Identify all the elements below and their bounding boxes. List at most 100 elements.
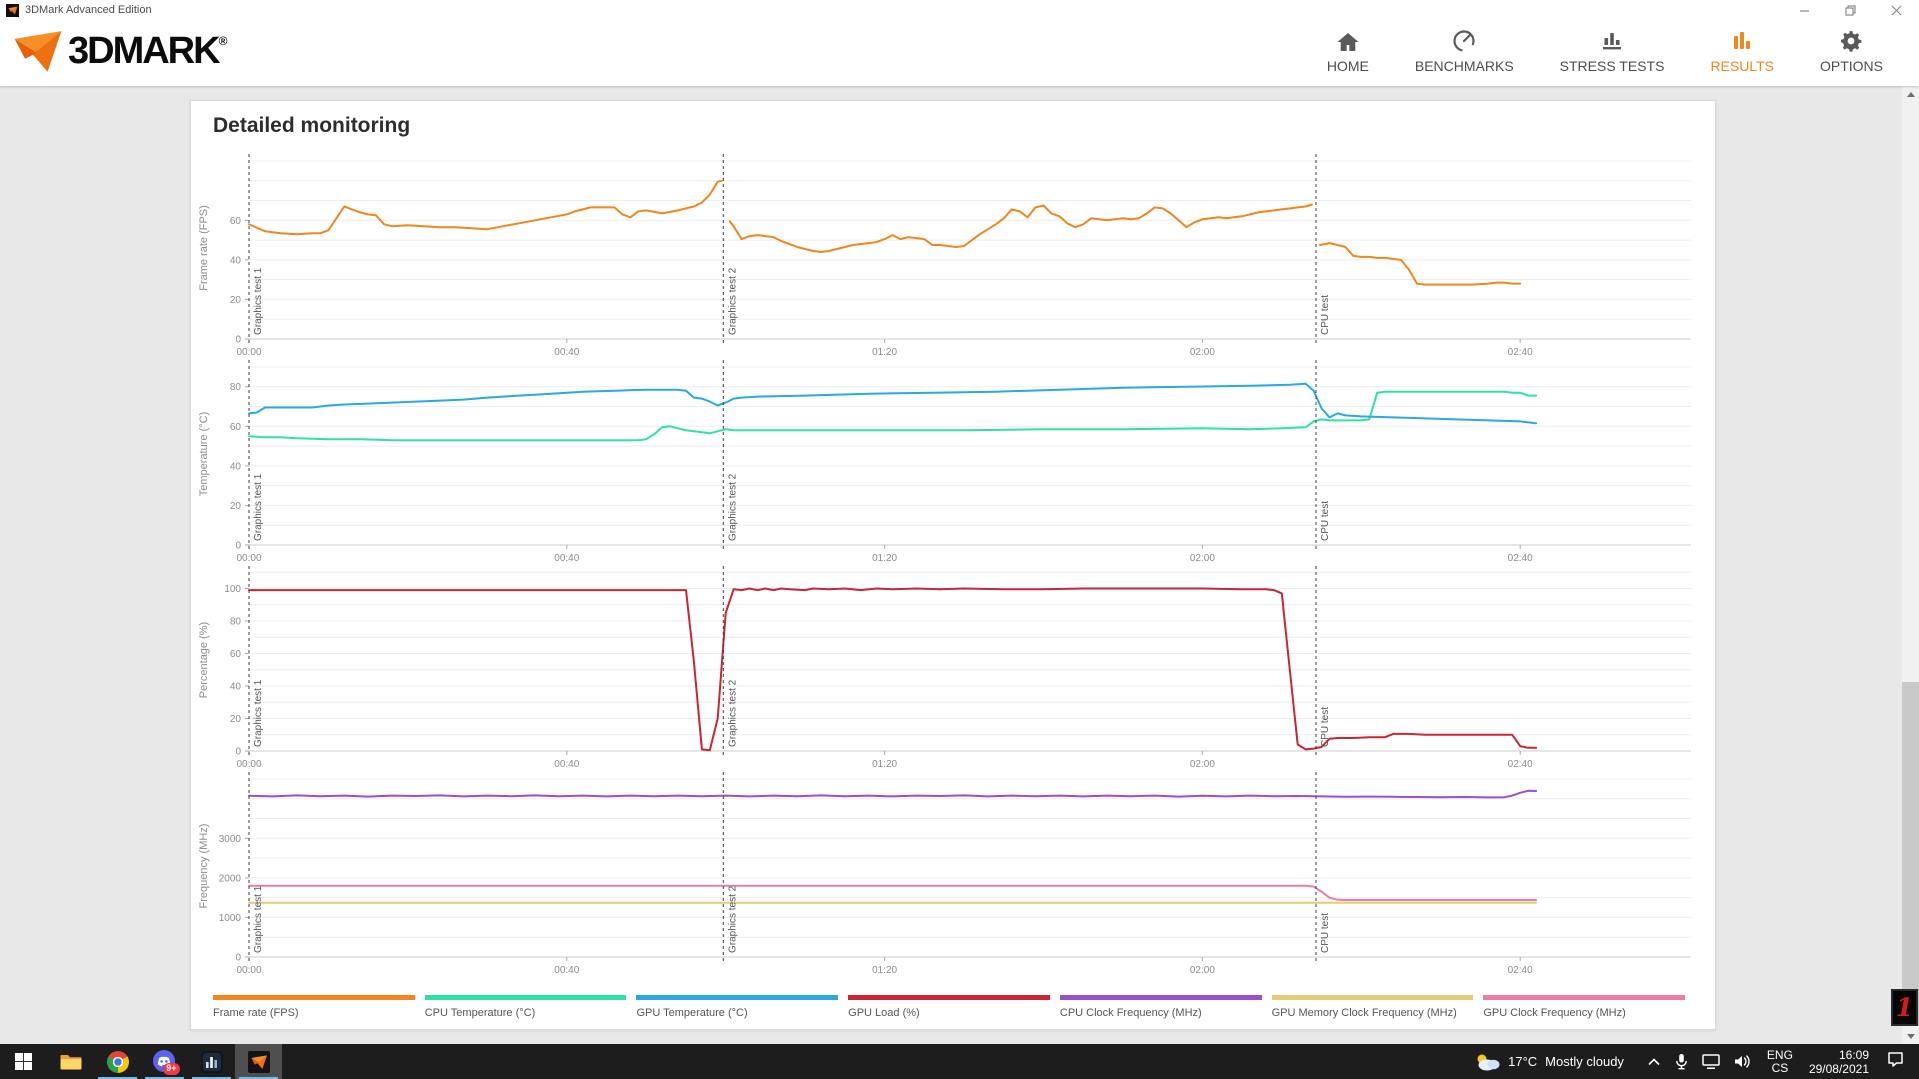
tray-chevron-up-icon[interactable] — [1647, 1057, 1661, 1066]
scroll-down-arrow[interactable] — [1902, 1028, 1919, 1044]
temperature-chart: 02040608000:0000:4001:2002:0002:40Temper… — [191, 357, 1717, 563]
svg-text:00:40: 00:40 — [554, 965, 579, 975]
microphone-icon[interactable] — [1675, 1053, 1688, 1070]
svg-text:100: 100 — [224, 584, 241, 595]
restore-button[interactable] — [1827, 0, 1873, 20]
svg-text:40: 40 — [230, 461, 242, 472]
language-indicator[interactable]: ENG CS — [1767, 1049, 1793, 1075]
frame-rate-chart: 020406000:0000:4001:2002:0002:40Frame ra… — [191, 151, 1717, 357]
svg-text:02:40: 02:40 — [1508, 965, 1533, 975]
taskbar-discord[interactable]: 9+ — [141, 1044, 188, 1079]
legend-label: GPU Load (%) — [848, 1007, 1050, 1019]
svg-text:Graphics test 2: Graphics test 2 — [727, 267, 738, 335]
svg-text:20: 20 — [230, 714, 242, 725]
legend-item: GPU Temperature (°C) — [636, 995, 838, 1019]
svg-text:60: 60 — [230, 216, 242, 227]
desktop: { "window": { "title": "3DMark Advanced … — [0, 0, 1919, 1079]
legend-item: GPU Load (%) — [848, 995, 1050, 1019]
clock-widget[interactable]: 16:09 29/08/2021 — [1809, 1048, 1869, 1076]
nav-results[interactable]: RESULTS — [1710, 27, 1774, 74]
percentage-chart: 02040608010000:0000:4001:2002:0002:40Per… — [191, 563, 1717, 769]
gauge-icon — [1451, 27, 1477, 54]
legend: Frame rate (FPS) CPU Temperature (°C) GPU … — [213, 995, 1685, 1019]
network-icon[interactable] — [1702, 1054, 1720, 1070]
svg-text:Frequency (MHz): Frequency (MHz) — [198, 824, 210, 909]
nav-benchmarks[interactable]: BENCHMARKS — [1415, 27, 1514, 74]
folder-icon — [60, 1053, 82, 1071]
legend-color-bar — [636, 995, 838, 1000]
svg-text:20: 20 — [230, 295, 242, 306]
weather-widget[interactable]: 17°C Mostly cloudy — [1474, 1053, 1624, 1071]
nav-stress-tests[interactable]: STRESS TESTS — [1560, 27, 1665, 74]
taskbar: 9+ — [0, 1044, 1919, 1079]
weather-temperature: 17°C — [1508, 1054, 1537, 1069]
svg-text:60: 60 — [230, 649, 242, 660]
svg-text:3000: 3000 — [219, 834, 242, 845]
nav-options[interactable]: OPTIONS — [1820, 27, 1883, 74]
svg-text:Frame rate (FPS): Frame rate (FPS) — [198, 205, 210, 291]
taskbar-file-explorer[interactable] — [47, 1044, 94, 1079]
svg-text:00:00: 00:00 — [236, 553, 261, 563]
gear-icon — [1838, 27, 1864, 54]
legend-label: CPU Clock Frequency (MHz) — [1060, 1007, 1262, 1019]
svg-text:CPU test: CPU test — [1320, 295, 1331, 335]
legend-item: GPU Memory Clock Frequency (MHz) — [1272, 995, 1474, 1019]
svg-text:40: 40 — [230, 682, 242, 693]
svg-text:Graphics test 1: Graphics test 1 — [253, 473, 264, 541]
legend-item: CPU Clock Frequency (MHz) — [1060, 995, 1262, 1019]
language-secondary: CS — [1767, 1062, 1793, 1075]
volume-icon[interactable] — [1734, 1054, 1752, 1069]
brand-text: 3DMARK® — [68, 30, 227, 73]
3dmark-taskbar-icon — [248, 1051, 270, 1073]
windows-logo-icon — [15, 1053, 32, 1070]
taskbar-3dmark[interactable] — [235, 1044, 282, 1079]
window-title: 3DMark Advanced Edition — [25, 4, 152, 16]
clock-time: 16:09 — [1809, 1048, 1869, 1062]
legend-color-bar — [1483, 995, 1685, 1000]
svg-text:Graphics test 1: Graphics test 1 — [253, 267, 264, 335]
svg-text:CPU test: CPU test — [1320, 913, 1331, 953]
svg-text:Graphics test 1: Graphics test 1 — [253, 885, 264, 953]
main-nav: HOME BENCHMARKS STRESS TESTS — [1327, 27, 1883, 74]
weather-condition: Mostly cloudy — [1545, 1054, 1624, 1069]
legend-color-bar — [1060, 995, 1262, 1000]
scrollbar-thumb[interactable] — [1902, 682, 1919, 1026]
frequency-chart: 010002000300000:0000:4001:2002:0002:40Fr… — [191, 769, 1717, 975]
close-button[interactable] — [1873, 0, 1919, 20]
scroll-up-arrow[interactable] — [1902, 86, 1919, 102]
action-center-icon[interactable] — [1887, 1051, 1905, 1073]
3dmark-spark-icon — [12, 28, 64, 74]
svg-text:02:40: 02:40 — [1508, 759, 1533, 769]
nav-home[interactable]: HOME — [1327, 27, 1369, 74]
svg-text:0: 0 — [235, 541, 241, 552]
svg-text:02:00: 02:00 — [1190, 553, 1215, 563]
svg-text:0: 0 — [235, 747, 241, 758]
discord-notification-badge: 9+ — [163, 1063, 179, 1075]
nav-label: BENCHMARKS — [1415, 58, 1514, 74]
language-primary: ENG — [1767, 1049, 1793, 1062]
svg-text:00:00: 00:00 — [236, 759, 261, 769]
nav-label: HOME — [1327, 58, 1369, 74]
taskbar-chrome[interactable] — [94, 1044, 141, 1079]
system-tray: 17°C Mostly cloudy — [1474, 1044, 1919, 1079]
legend-item: Frame rate (FPS) — [213, 995, 415, 1019]
svg-text:0: 0 — [235, 953, 241, 964]
svg-text:Graphics test 2: Graphics test 2 — [727, 679, 738, 747]
legend-label: GPU Clock Frequency (MHz) — [1483, 1007, 1685, 1019]
legend-color-bar — [425, 995, 627, 1000]
3dmark-logo: 3DMARK® — [12, 20, 227, 82]
svg-text:CPU test: CPU test — [1320, 501, 1331, 541]
minimize-button[interactable] — [1781, 0, 1827, 20]
svg-text:Graphics test 2: Graphics test 2 — [727, 885, 738, 953]
titlebar: 3DMark Advanced Edition — [0, 0, 1919, 20]
taskbar-benchmark-app[interactable] — [188, 1044, 235, 1079]
start-button[interactable] — [0, 1044, 47, 1079]
legend-item: CPU Temperature (°C) — [425, 995, 627, 1019]
legend-label: Frame rate (FPS) — [213, 1007, 415, 1019]
overlay-tool-badge[interactable]: 1 — [1891, 989, 1918, 1026]
svg-text:1000: 1000 — [219, 913, 242, 924]
vertical-scrollbar[interactable] — [1902, 86, 1919, 1044]
nav-label: RESULTS — [1710, 58, 1774, 74]
svg-text:Graphics test 1: Graphics test 1 — [253, 679, 264, 747]
benchmark-bars-icon — [201, 1051, 223, 1073]
